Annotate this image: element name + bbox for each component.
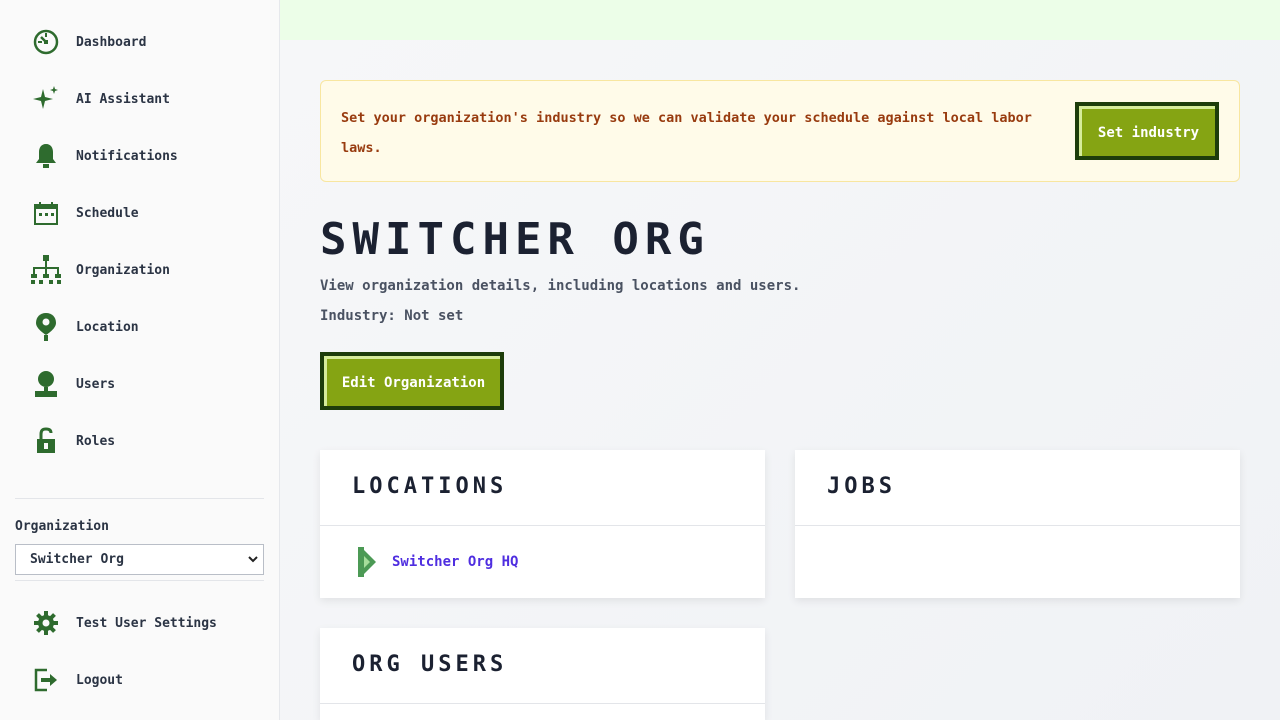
sidebar-item-label: Roles bbox=[76, 433, 116, 449]
locations-card-title: LOCATIONS bbox=[352, 474, 508, 499]
industry-status: Industry: Not set bbox=[320, 308, 464, 324]
sidebar-item-test-user-settings[interactable]: Test User Settings bbox=[15, 599, 265, 647]
org-users-card-title: ORG USERS bbox=[352, 652, 508, 677]
sidebar-item-label: Notifications bbox=[76, 148, 178, 164]
org-chart-icon bbox=[30, 254, 62, 286]
edit-organization-button-label: Edit Organization bbox=[324, 356, 500, 406]
sidebar-item-users[interactable]: Users bbox=[15, 360, 265, 408]
top-bar bbox=[280, 0, 1280, 40]
briefcase-icon bbox=[30, 482, 62, 495]
map-pin-icon bbox=[30, 311, 62, 343]
set-industry-button[interactable]: Set industry bbox=[1075, 102, 1219, 160]
sidebar-item-label: Organization bbox=[76, 262, 170, 278]
bell-icon bbox=[30, 140, 62, 172]
sidebar-item-logout[interactable]: Logout bbox=[15, 656, 265, 704]
lock-icon bbox=[30, 425, 62, 457]
chevron-down-icon bbox=[248, 556, 258, 563]
sidebar-nav: Dashboard AI Assistant Notifications Sch… bbox=[0, 0, 280, 495]
locations-card: LOCATIONS Switcher Org HQ bbox=[320, 450, 765, 598]
sidebar-item-label: Logout bbox=[76, 672, 123, 688]
page-description: View organization details, including loc… bbox=[320, 278, 801, 294]
sidebar-item-notifications[interactable]: Notifications bbox=[15, 132, 265, 180]
jobs-card-title: JOBS bbox=[827, 474, 896, 499]
sidebar-divider bbox=[15, 580, 264, 581]
sidebar-item-label: AI Assistant bbox=[76, 91, 170, 107]
organization-select[interactable]: Switcher Org bbox=[15, 544, 264, 575]
sparkle-icon bbox=[30, 83, 62, 115]
organization-select-value: Switcher Org bbox=[30, 552, 124, 567]
org-users-card: ORG USERS bbox=[320, 628, 765, 720]
sidebar-item-label: Schedule bbox=[76, 205, 139, 221]
sidebar-item-label: Dashboard bbox=[76, 34, 147, 50]
calendar-icon bbox=[30, 197, 62, 229]
sidebar-divider bbox=[15, 498, 264, 499]
sidebar-item-label: Test User Settings bbox=[76, 615, 217, 631]
page-title: SWITCHER ORG bbox=[320, 214, 710, 265]
card-divider bbox=[795, 525, 1240, 526]
app: Dashboard AI Assistant Notifications Sch… bbox=[0, 0, 1280, 720]
dashboard-icon bbox=[30, 26, 62, 58]
location-item[interactable]: Switcher Org HQ bbox=[356, 545, 518, 579]
sidebar-item-label: Location bbox=[76, 319, 139, 335]
gear-icon bbox=[30, 607, 62, 639]
sidebar-item-label: Users bbox=[76, 376, 116, 392]
industry-banner: Set your organization's industry so we c… bbox=[320, 80, 1240, 182]
sidebar-item-organization[interactable]: Organization bbox=[15, 246, 265, 294]
card-divider bbox=[320, 703, 765, 704]
jobs-card: JOBS bbox=[795, 450, 1240, 598]
sidebar-item-next[interactable] bbox=[15, 474, 265, 495]
set-industry-button-label: Set industry bbox=[1079, 106, 1215, 156]
sidebar-item-location[interactable]: Location bbox=[15, 303, 265, 351]
location-name: Switcher Org HQ bbox=[392, 554, 519, 570]
organization-label: Organization bbox=[15, 519, 109, 534]
sidebar-item-schedule[interactable]: Schedule bbox=[15, 189, 265, 237]
edit-organization-button[interactable]: Edit Organization bbox=[320, 352, 504, 410]
location-flag-icon bbox=[358, 547, 376, 577]
sidebar-item-dashboard[interactable]: Dashboard bbox=[15, 18, 265, 66]
banner-message: Set your organization's industry so we c… bbox=[341, 110, 1032, 156]
logout-icon bbox=[30, 664, 62, 696]
user-icon bbox=[30, 368, 62, 400]
sidebar-item-roles[interactable]: Roles bbox=[15, 417, 265, 465]
sidebar: Dashboard AI Assistant Notifications Sch… bbox=[0, 0, 280, 720]
card-divider bbox=[320, 525, 765, 526]
sidebar-item-ai-assistant[interactable]: AI Assistant bbox=[15, 75, 265, 123]
